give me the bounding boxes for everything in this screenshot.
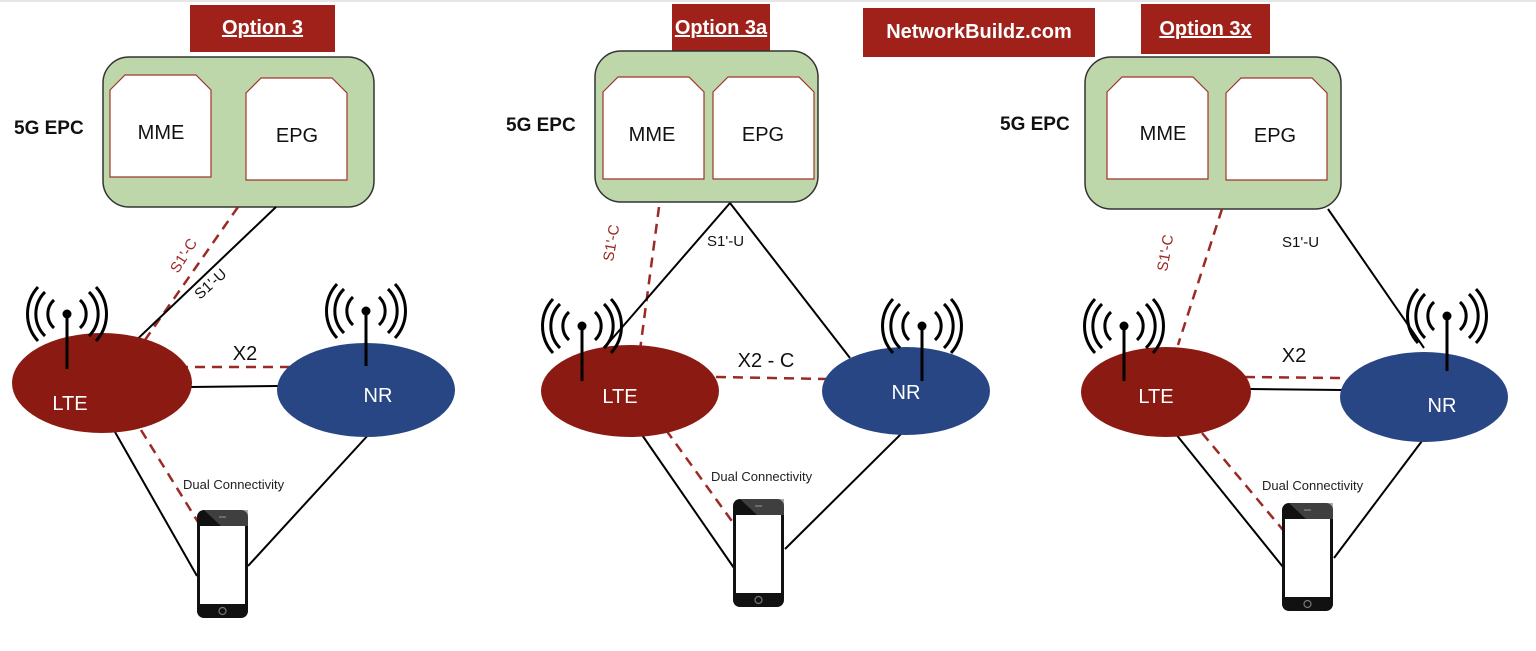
option-3-s1u-link [125,206,277,351]
option-3a-mme-label: MME [629,124,676,146]
option-3-dc-label: Dual Connectivity [183,477,285,492]
option-3-nr-label: NR [364,385,393,407]
option-3-epg-label: EPG [276,125,318,147]
option-3x-lte-label: LTE [1138,386,1173,408]
option-3x-phone-icon [1281,502,1334,612]
option-3x-x2-label: X2 [1282,345,1306,367]
option-3-phone-icon [196,509,249,619]
option-3x-dc-label: Dual Connectivity [1262,478,1364,493]
option-3x-mme-label: MME [1140,123,1187,145]
option-3x-epg-label: EPG [1254,125,1296,147]
option-3a-s1c-link [638,206,661,351]
option-3-nr-ue-link [247,432,371,567]
option-3x-s1c-label: S1'-C [1154,233,1177,273]
option-3a-x2-control-link [715,375,829,381]
option-3-lte-ue-link [114,431,198,577]
option-3-mme-label: MME [138,122,185,144]
option-3x-lte-ue-link [1174,432,1284,568]
option-3x-nr-ue-link [1333,432,1429,559]
option-3-lte-node [12,333,192,433]
option-3-x2-user-link [189,385,279,388]
option-3x-panel: MME EPG S1'-C S1'-U X2 Dual Connectivity… [1081,56,1508,612]
option-3a-epg-label: EPG [742,124,784,146]
option-3-x2-label: X2 [233,343,257,365]
option-3a-panel: MME EPG S1'-C S1'-U X2 - C Dual Connecti… [541,50,990,608]
option-3a-x2-label: X2 - C [738,350,795,372]
option-3a-phone-icon [732,498,785,608]
option-3x-x2-control-link [1244,375,1341,380]
option-3a-s1u-link-nr [729,202,851,359]
option-3a-s1c-label: S1'-C [600,223,623,263]
diagram-canvas: MME EPG S1'-C S1'-U X2 Dual Connectivity… [12,50,1508,619]
option-3a-nr-ue-link [784,432,903,550]
option-3a-lte-label: LTE [602,386,637,408]
option-3x-s1u-label: S1'-U [1282,234,1319,251]
option-3-lte-ue-control-link [139,429,200,523]
option-3-panel: MME EPG S1'-C S1'-U X2 Dual Connectivity… [12,56,455,619]
option-3-lte-label: LTE [52,393,87,415]
option-3a-dc-label: Dual Connectivity [711,469,813,484]
option-3a-lte-ue-link [639,431,735,569]
option-3a-s1u-label: S1'-U [707,233,744,250]
option-3-s1c-label: S1'-C [167,236,201,277]
option-3x-s1c-link [1176,208,1224,346]
option-3x-nr-label: NR [1428,395,1457,417]
option-3a-nr-label: NR [892,382,921,404]
option-3-s1u-label: S1'-U [191,266,230,303]
option-3x-x2-user-link [1249,388,1343,391]
option-3x-nr-node [1340,352,1508,442]
